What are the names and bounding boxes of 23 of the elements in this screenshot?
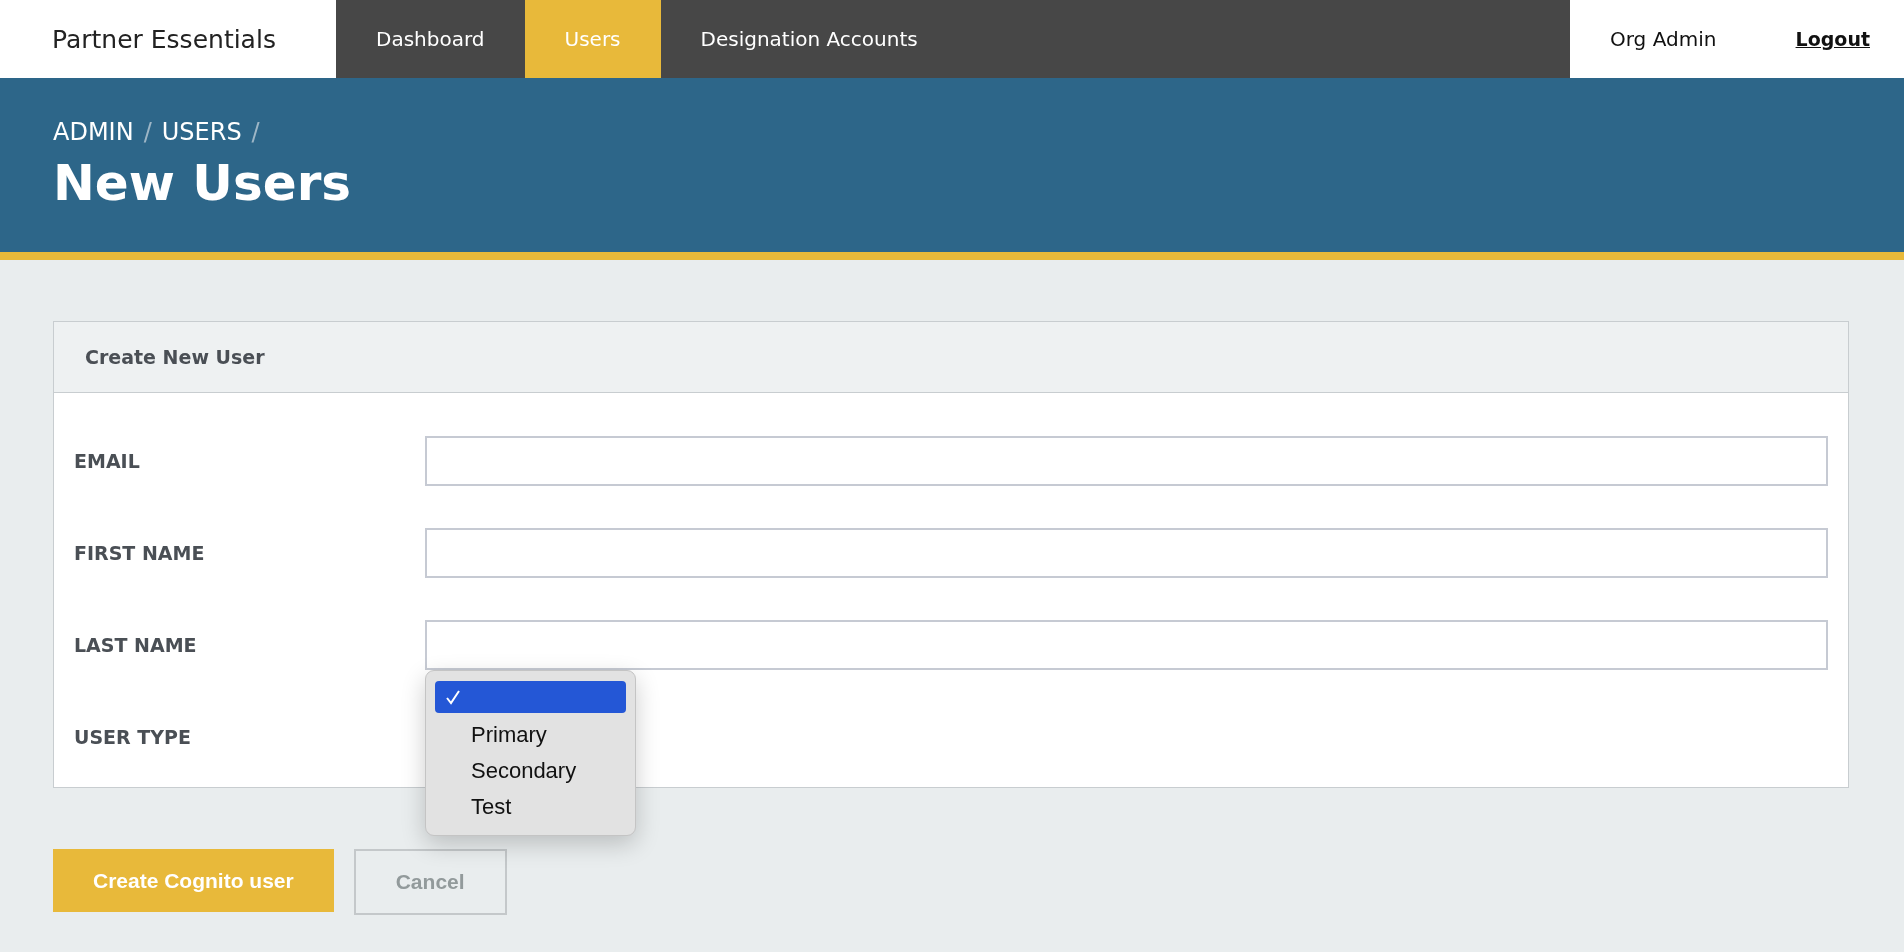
field-label: USER TYPE xyxy=(74,726,192,748)
input-field[interactable] xyxy=(425,528,1828,578)
logout-link[interactable]: Logout xyxy=(1795,28,1870,50)
breadcrumb-separator: / xyxy=(251,118,260,146)
field-label: LAST NAME xyxy=(74,634,198,656)
nav-tab[interactable]: Designation Accounts xyxy=(660,0,958,78)
dropdown-option[interactable]: Test xyxy=(435,789,626,825)
input-field[interactable] xyxy=(425,436,1828,486)
breadcrumb-link[interactable]: ADMIN xyxy=(53,118,134,146)
breadcrumb-link[interactable]: USERS xyxy=(161,118,242,146)
field-label: FIRST NAME xyxy=(74,542,206,564)
dropdown-option[interactable] xyxy=(435,681,626,713)
page-title: New Users xyxy=(53,154,353,212)
input-field[interactable] xyxy=(425,620,1828,670)
check-icon xyxy=(445,689,461,705)
user-name: Org Admin xyxy=(1610,27,1717,51)
nav-tab[interactable]: Dashboard xyxy=(336,0,525,78)
brand-name: Partner Essentials xyxy=(0,0,336,78)
card-title: Create New User xyxy=(54,322,1848,393)
breadcrumb-separator: / xyxy=(143,118,152,146)
field-label: EMAIL xyxy=(74,450,141,472)
dropdown-option[interactable]: Secondary xyxy=(435,753,626,789)
dropdown-option[interactable]: Primary xyxy=(435,717,626,753)
